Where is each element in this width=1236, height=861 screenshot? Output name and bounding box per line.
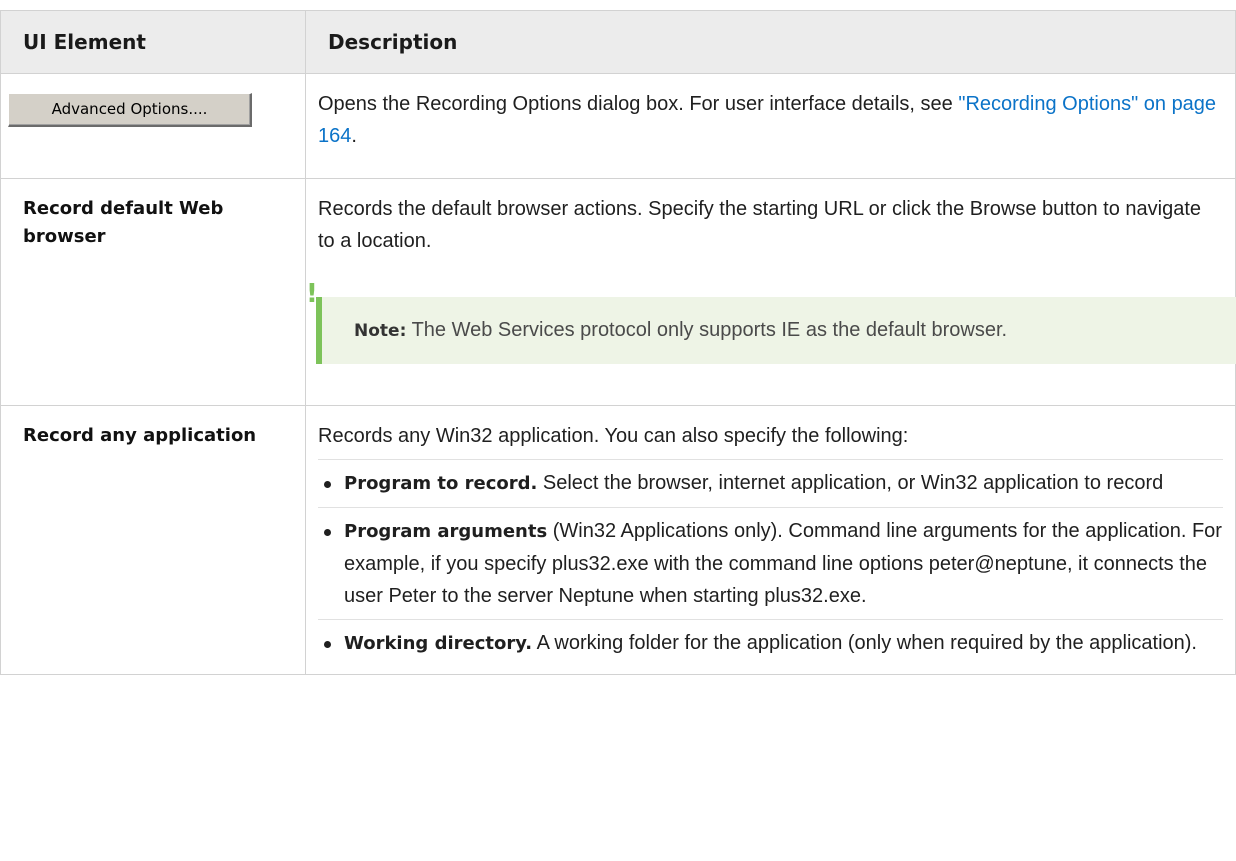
description-cell: Records any Win32 application. You can a… [305, 405, 1236, 675]
item-term: Program arguments [344, 521, 548, 542]
description-cell: Records the default browser actions. Spe… [305, 178, 1236, 406]
advanced-description: Opens the Recording Options dialog box. … [318, 93, 959, 115]
table-row-record-any-application: Record any application Records any Win32… [0, 405, 1236, 675]
options-list: Program to record. Select the browser, i… [318, 459, 1223, 660]
bullet-icon [324, 641, 331, 648]
header-description: Description [305, 10, 1236, 74]
table-header-row: UI Element Description [0, 10, 1236, 74]
item-term: Working directory. [344, 633, 533, 654]
any-app-description: Records any Win32 application. You can a… [318, 425, 909, 447]
element-cell: Advanced Options.... [0, 73, 306, 179]
advanced-description-end: . [351, 125, 357, 147]
note-box: ! Note: The Web Services protocol only s… [306, 281, 1236, 364]
header-ui-element: UI Element [0, 10, 306, 74]
advanced-options-button[interactable]: Advanced Options.... [8, 93, 252, 127]
item-text: Select the browser, internet application… [537, 472, 1164, 494]
list-item: Working directory. A working folder for … [318, 619, 1223, 660]
table-row-advanced-options: Advanced Options.... Opens the Recording… [0, 73, 1236, 179]
list-item: Program arguments (Win32 Applications on… [318, 507, 1223, 612]
table-row-record-web-browser: Record default Web browser Records the d… [0, 178, 1236, 406]
bullet-icon [324, 529, 331, 536]
list-item: Program to record. Select the browser, i… [318, 459, 1223, 500]
web-description: Records the default browser actions. Spe… [318, 198, 1202, 252]
item-text: A working folder for the application (on… [532, 632, 1197, 654]
item-term: Program to record. [344, 473, 538, 494]
element-cell: Record default Web browser [0, 178, 306, 406]
description-cell: Opens the Recording Options dialog box. … [305, 73, 1236, 179]
bullet-icon [324, 481, 331, 488]
note-text: The Web Services protocol only supports … [406, 319, 1008, 341]
element-cell: Record any application [0, 405, 306, 675]
note-exclamation-icon: ! [306, 279, 318, 309]
ui-elements-table: UI Element Description Advanced Options.… [0, 10, 1236, 675]
note-label: Note: [354, 321, 407, 341]
